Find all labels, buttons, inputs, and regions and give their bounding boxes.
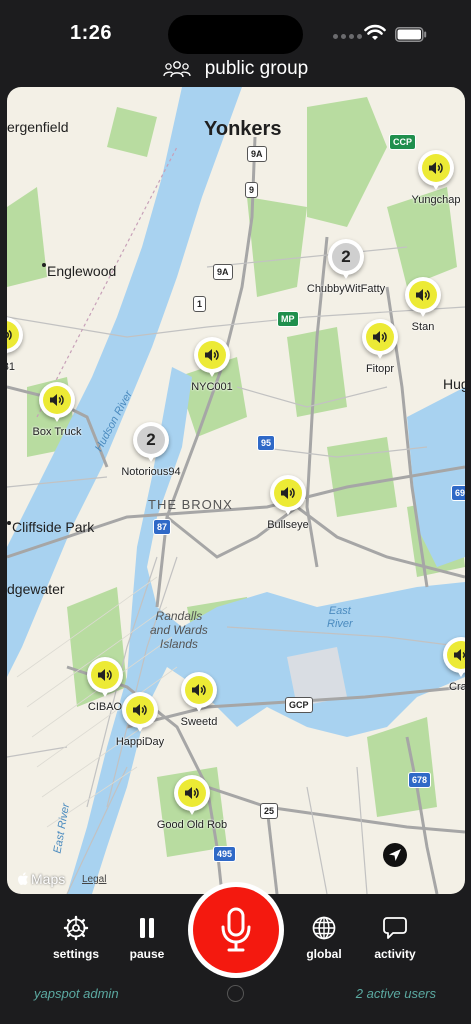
user-pin-fitopr[interactable]: Fitopr bbox=[362, 319, 398, 375]
place-label-edgewater: dgewater bbox=[7, 581, 65, 597]
user-cluster-chubbywitfatty[interactable]: 2 ChubbyWitFatty bbox=[307, 239, 385, 295]
route-shield-1: 1 bbox=[193, 296, 207, 312]
settings-label: settings bbox=[52, 947, 99, 961]
user-pin-edge-right[interactable]: Cra bbox=[443, 637, 465, 693]
route-shield-69: 69 bbox=[451, 485, 465, 501]
legal-link[interactable]: Legal bbox=[82, 874, 106, 885]
route-shield-gcp: GCP bbox=[285, 697, 313, 713]
speaker-icon bbox=[416, 289, 430, 301]
microphone-icon bbox=[221, 907, 251, 952]
user-pin-edge-left[interactable]: 31 bbox=[7, 317, 23, 373]
route-shield-9a: 9A bbox=[247, 146, 267, 162]
speaker-icon bbox=[50, 394, 64, 406]
route-shield-678: 678 bbox=[408, 772, 432, 788]
active-users-label[interactable]: 2 active users bbox=[356, 986, 436, 1001]
speaker-icon bbox=[7, 329, 12, 341]
apple-logo-icon bbox=[18, 872, 28, 885]
gear-icon bbox=[63, 915, 89, 941]
englewood-dot bbox=[42, 263, 46, 267]
route-shield-87: 87 bbox=[153, 519, 172, 535]
global-label: global bbox=[306, 947, 342, 961]
status-indicator bbox=[227, 985, 244, 1002]
activity-button[interactable]: activity bbox=[360, 915, 430, 961]
speaker-icon bbox=[98, 669, 112, 681]
speaker-icon bbox=[192, 684, 206, 696]
speaker-icon bbox=[429, 162, 443, 174]
speaker-icon bbox=[281, 487, 295, 499]
speech-bubble-icon bbox=[383, 917, 407, 939]
route-shield-mp: MP bbox=[277, 311, 299, 327]
status-time: 1:26 bbox=[70, 22, 113, 44]
route-shield-ccp: CCP bbox=[389, 134, 417, 150]
user-pin-box-truck[interactable]: Box Truck bbox=[33, 382, 81, 438]
activity-label: activity bbox=[374, 947, 416, 961]
route-shield-95: 95 bbox=[257, 435, 276, 451]
location-arrow-icon bbox=[389, 849, 401, 861]
place-label-yonkers: Yonkers bbox=[204, 118, 282, 140]
map-base-layer bbox=[7, 87, 465, 894]
speaker-icon bbox=[133, 704, 147, 716]
user-pin-yungchap[interactable]: Yungchap bbox=[412, 150, 460, 206]
pause-icon bbox=[140, 918, 154, 938]
cellular-signal-icon bbox=[333, 34, 362, 39]
battery-icon bbox=[395, 27, 427, 42]
route-shield-495: 495 bbox=[213, 846, 237, 862]
user-cluster-notorious94[interactable]: 2 Notorious94 bbox=[121, 422, 181, 478]
cliffside-dot bbox=[7, 521, 11, 525]
speaker-icon bbox=[205, 349, 219, 361]
map-view[interactable]: Yonkers ergenfield Englewood Cliffside P… bbox=[7, 87, 465, 894]
water-label-east-river: East River bbox=[327, 605, 353, 630]
speaker-icon bbox=[185, 787, 199, 799]
group-icon bbox=[163, 61, 191, 78]
place-label-hug: Hug bbox=[443, 376, 465, 392]
place-label-the-bronx: THE BRONX bbox=[148, 497, 233, 512]
user-pin-good-old-rob[interactable]: Good Old Rob bbox=[157, 775, 227, 831]
route-shield-9: 9 bbox=[245, 182, 259, 198]
group-name: public group bbox=[204, 58, 309, 79]
wifi-icon bbox=[364, 24, 386, 40]
user-pin-sweetd[interactable]: Sweetd bbox=[181, 672, 217, 728]
user-pin-nyc001[interactable]: NYC001 bbox=[191, 337, 233, 393]
pause-button[interactable]: pause bbox=[112, 915, 182, 961]
status-bar: 1:26 bbox=[0, 0, 471, 60]
pause-label: pause bbox=[129, 947, 165, 961]
global-button[interactable]: global bbox=[289, 915, 359, 961]
place-label-cliffside-park: Cliffside Park bbox=[12, 519, 95, 535]
globe-icon bbox=[312, 916, 336, 940]
place-label-englewood: Englewood bbox=[47, 263, 117, 279]
user-pin-stan[interactable]: Stan bbox=[405, 277, 441, 333]
user-pin-cibao[interactable]: CIBAO bbox=[87, 657, 123, 713]
footer: yapspot admin 2 active users bbox=[0, 984, 471, 1006]
maps-attribution: Maps bbox=[17, 871, 65, 887]
push-to-talk-button[interactable] bbox=[188, 882, 284, 978]
locate-me-button[interactable] bbox=[383, 843, 407, 867]
bottom-toolbar: settings pause global activity bbox=[0, 882, 471, 990]
user-pin-happiday[interactable]: HappiDay bbox=[116, 692, 164, 748]
user-pin-bullseye[interactable]: Bullseye bbox=[267, 475, 309, 531]
route-shield-25: 25 bbox=[260, 803, 279, 819]
island-label-randalls: Randalls and Wards Islands bbox=[150, 609, 208, 651]
admin-label[interactable]: yapspot admin bbox=[34, 986, 119, 1001]
settings-button[interactable]: settings bbox=[41, 915, 111, 961]
dynamic-island bbox=[168, 15, 303, 54]
route-shield-9a-mid: 9A bbox=[213, 264, 233, 280]
speaker-icon bbox=[373, 331, 387, 343]
group-header[interactable]: public group bbox=[0, 55, 471, 83]
place-label-bergenfield: ergenfield bbox=[7, 119, 69, 135]
speaker-icon bbox=[454, 649, 465, 661]
